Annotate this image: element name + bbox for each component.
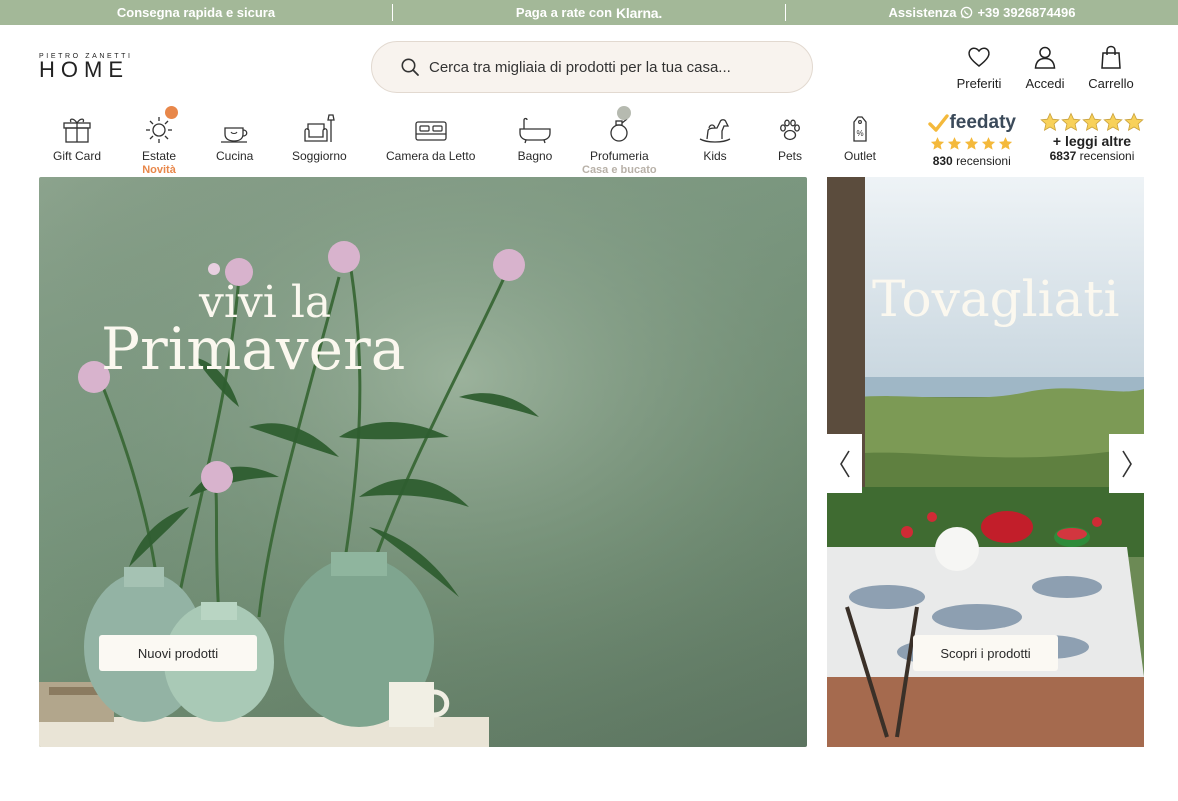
feedaty-logo: feedaty	[927, 112, 1016, 134]
cart-button[interactable]: Carrello	[1078, 44, 1144, 91]
feedaty-count-line: 830 recensioni	[933, 154, 1011, 168]
star-icon	[1124, 112, 1144, 132]
cart-label: Carrello	[1088, 76, 1134, 91]
new-badge-dot	[165, 106, 178, 119]
installments-notice[interactable]: Paga a rate con Klarna.	[393, 0, 785, 25]
rocking-horse-icon	[699, 119, 731, 143]
paw-icon	[780, 119, 800, 141]
new-products-button[interactable]: Nuovi prodotti	[99, 635, 257, 671]
category-label: Camera da Letto	[386, 149, 476, 163]
other-count-suffix: recensioni	[1079, 149, 1135, 163]
star-icon	[931, 137, 945, 150]
search-input[interactable]	[429, 58, 789, 76]
klarna-logo: Klarna.	[616, 4, 663, 21]
logo-big-text: HOME	[39, 57, 129, 82]
star-icon	[1061, 112, 1081, 132]
star-icon	[1040, 112, 1060, 132]
support-label: Assistenza	[888, 5, 957, 20]
category-pets[interactable]: Pets	[772, 108, 808, 163]
category-outlet[interactable]: % Outlet	[842, 108, 878, 163]
category-kids[interactable]: Kids	[697, 108, 733, 163]
category-bagno[interactable]: Bagno	[517, 108, 553, 163]
category-label: Bagno	[517, 149, 553, 163]
banner-title: Tovagliati	[872, 270, 1120, 328]
other-reviews[interactable]: + leggi altre 6837 recensioni	[1040, 112, 1144, 168]
heart-icon	[968, 47, 990, 67]
category-label: Cucina	[216, 149, 254, 163]
hero-banner-tovagliati[interactable]: Tovagliati Scopri i prodotti	[827, 177, 1144, 747]
category-label: Pets	[777, 149, 802, 163]
category-label: Kids	[703, 149, 727, 163]
whatsapp-icon	[961, 6, 973, 19]
feedaty-count-suffix: recensioni	[956, 154, 1011, 168]
search-icon	[401, 58, 419, 76]
star-icon	[1082, 112, 1102, 132]
star-icon	[999, 137, 1013, 150]
category-sub-label: Novità	[142, 164, 176, 176]
armchair-lamp-icon	[304, 114, 336, 142]
header-actions: Preferiti Accedi Carrello	[946, 44, 1144, 91]
rating-stars	[930, 136, 1013, 151]
hero-banner-primavera[interactable]: vivi la Primavera Nuovi prodotti	[39, 177, 807, 747]
shipping-text: Consegna rapida e sicura	[116, 5, 276, 20]
checkmark-icon	[928, 114, 950, 132]
chevron-left-icon	[839, 450, 850, 477]
other-count-line: 6837 recensioni	[1050, 149, 1135, 163]
category-gift-card[interactable]: Gift Card	[53, 108, 101, 163]
other-count: 6837	[1049, 149, 1077, 163]
teapot-icon	[220, 127, 248, 143]
installments-text: Paga a rate con	[515, 5, 613, 20]
price-tag-icon: %	[853, 116, 867, 142]
login-button[interactable]: Accedi	[1012, 44, 1078, 91]
cart-bag-icon	[1101, 45, 1121, 69]
carousel-prev-button[interactable]	[827, 434, 862, 493]
bed-icon	[415, 121, 447, 141]
category-label: Soggiorno	[292, 149, 347, 163]
star-icon	[948, 137, 962, 150]
gift-icon	[63, 118, 91, 143]
reviews-block: feedaty 830 recensioni + leggi altre 683…	[927, 112, 1144, 168]
category-label: Estate	[141, 149, 177, 163]
favorites-button[interactable]: Preferiti	[946, 44, 1012, 91]
support-notice[interactable]: Assistenza +39 3926874496	[786, 0, 1178, 25]
category-profumeria[interactable]: Profumeria Casa e bucato	[582, 106, 657, 176]
svg-text:%: %	[856, 129, 863, 138]
brand-logo[interactable]: PIETRO ZANETTI HOME	[39, 53, 141, 81]
support-phone[interactable]: +39 3926874496	[977, 5, 1075, 20]
star-icon	[982, 137, 996, 150]
carousel-next-button[interactable]	[1109, 434, 1144, 493]
feedaty-reviews[interactable]: feedaty 830 recensioni	[927, 112, 1016, 168]
discover-products-button[interactable]: Scopri i prodotti	[913, 635, 1058, 671]
star-icon	[1103, 112, 1123, 132]
feedaty-count: 830	[932, 154, 953, 168]
bathtub-icon	[519, 117, 551, 144]
favorites-label: Preferiti	[956, 76, 1002, 91]
top-info-bar: Consegna rapida e sicura Paga a rate con…	[0, 0, 1178, 25]
category-label: Profumeria	[589, 149, 649, 163]
search-bar[interactable]	[371, 41, 813, 93]
category-soggiorno[interactable]: Soggiorno	[292, 108, 347, 163]
star-icon	[965, 137, 979, 150]
category-cucina[interactable]: Cucina	[216, 108, 253, 163]
shipping-notice: Consegna rapida e sicura	[0, 0, 392, 25]
login-label: Accedi	[1025, 76, 1065, 91]
read-more-reviews-link[interactable]: + leggi altre	[1053, 133, 1131, 149]
category-label: Gift Card	[53, 149, 102, 163]
chevron-right-icon	[1121, 450, 1132, 477]
banner-title-line2: Primavera	[101, 315, 406, 383]
category-estate[interactable]: Estate Novità	[141, 106, 178, 176]
category-camera-da-letto[interactable]: Camera da Letto	[386, 108, 475, 163]
category-sub-label: Casa e bucato	[582, 164, 657, 176]
user-icon	[1034, 46, 1056, 69]
category-label: Outlet	[843, 149, 876, 163]
rating-stars-outline	[1040, 112, 1144, 132]
